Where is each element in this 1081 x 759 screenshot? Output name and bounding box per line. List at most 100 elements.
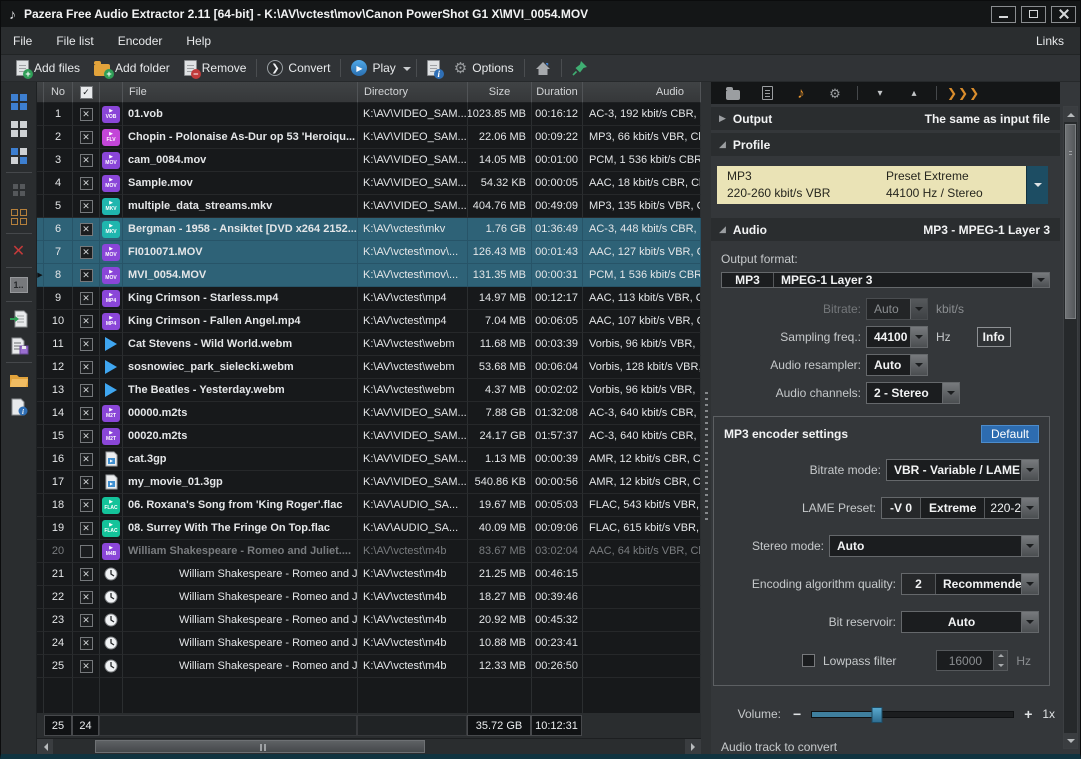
row-checkbox[interactable]: ✕ <box>80 453 93 466</box>
dropdown-arrow-icon[interactable] <box>1021 536 1038 556</box>
audio-section-header[interactable]: ◢ Audio MP3 - MPEG-1 Layer 3 <box>711 218 1060 241</box>
volume-slider-thumb[interactable] <box>871 707 882 723</box>
profile-selector[interactable]: MP3 Preset Extreme 220-260 kbit/s VBR 44… <box>717 166 1048 204</box>
close-button[interactable] <box>1051 6 1076 23</box>
file-row[interactable]: 20M4BWilliam Shakespeare - Romeo and Jul… <box>37 540 701 563</box>
row-check-cell[interactable]: ✕ <box>73 425 100 448</box>
file-row[interactable]: 16✕cat.3gpK:\AV\VIDEO_SAM...1.13 MB00:00… <box>37 448 701 471</box>
row-check-cell[interactable]: ✕ <box>73 356 100 379</box>
tab-file-naming[interactable] <box>755 83 779 103</box>
column-header-size[interactable]: Size <box>468 82 532 103</box>
bitrate-mode-dropdown[interactable]: VBR - Variable / LAME preset <box>886 459 1039 481</box>
file-row[interactable]: 15✕M2T00020.m2tsK:\AV\VIDEO_SAM...24.17 … <box>37 425 701 448</box>
maximize-button[interactable] <box>1021 6 1046 23</box>
file-row[interactable]: 7✕MOVFI010071.MOVK:\AV\vctest\mov\...126… <box>37 241 701 264</box>
dropdown-arrow-icon[interactable] <box>1021 574 1038 594</box>
home-button[interactable] <box>528 59 558 78</box>
menu-encoder[interactable]: Encoder <box>118 34 163 48</box>
row-checkbox[interactable]: ✕ <box>80 292 93 305</box>
collapse-all-button[interactable]: ▾ <box>868 83 892 103</box>
file-row[interactable]: 6✕MKVBergman - 1958 - Ansiktet [DVD x264… <box>37 218 701 241</box>
column-header-no[interactable]: No <box>44 82 73 103</box>
export-list-icon[interactable] <box>5 332 33 359</box>
row-check-cell[interactable]: ✕ <box>73 264 100 287</box>
file-row[interactable]: 12✕sosnowiec_park_sielecki.webmK:\AV\vct… <box>37 356 701 379</box>
row-checkbox[interactable]: ✕ <box>80 499 93 512</box>
profile-section-header[interactable]: ◢ Profile <box>711 133 1060 156</box>
renumber-list-icon[interactable]: 1.. <box>5 271 33 298</box>
file-row[interactable]: 5✕MKVmultiple_data_streams.mkvK:\AV\VIDE… <box>37 195 701 218</box>
row-checkbox[interactable] <box>80 545 93 558</box>
row-checkbox[interactable]: ✕ <box>80 200 93 213</box>
row-checkbox[interactable]: ✕ <box>80 614 93 627</box>
media-info-button[interactable]: i <box>420 58 447 78</box>
file-row[interactable]: 11✕Cat Stevens - Wild World.webmK:\AV\vc… <box>37 333 701 356</box>
options-button[interactable]: ⚙ Options <box>447 59 521 78</box>
convert-button[interactable]: ❯ Convert <box>260 58 337 78</box>
row-checkbox[interactable]: ✕ <box>80 338 93 351</box>
row-check-cell[interactable]: ✕ <box>73 402 100 425</box>
check-group-icon[interactable] <box>5 176 33 203</box>
row-check-cell[interactable]: ✕ <box>73 195 100 218</box>
row-checkbox[interactable]: ✕ <box>80 246 93 259</box>
dropdown-arrow-icon[interactable] <box>1021 612 1038 632</box>
row-check-cell[interactable]: ✕ <box>73 609 100 632</box>
file-row[interactable]: 4✕MOVSample.movK:\AV\VIDEO_SAM...54.32 K… <box>37 172 701 195</box>
panel-splitter[interactable] <box>701 82 711 754</box>
file-row[interactable]: 3✕MOVcam_0084.movK:\AV\VIDEO_SAM...14.05… <box>37 149 701 172</box>
mark-group-icon[interactable] <box>5 203 33 230</box>
row-check-cell[interactable]: ✕ <box>73 287 100 310</box>
default-button[interactable]: Default <box>981 425 1039 443</box>
column-header-audio[interactable]: Audio <box>583 82 701 103</box>
invert-selection-icon[interactable] <box>5 142 33 169</box>
horizontal-scrollbar[interactable] <box>37 738 701 754</box>
lame-preset-dropdown[interactable]: -V 0 Extreme 220-260 kbit/s <box>881 497 1039 519</box>
scroll-right-button[interactable] <box>685 739 701 754</box>
column-header-duration[interactable]: Duration <box>532 82 583 103</box>
panel-scroll-thumb[interactable] <box>1065 124 1076 319</box>
menu-file-list[interactable]: File list <box>56 34 93 48</box>
remove-button[interactable]: − Remove <box>177 58 254 78</box>
row-checkbox[interactable]: ✕ <box>80 177 93 190</box>
row-checkbox[interactable]: ✕ <box>80 269 93 282</box>
row-checkbox[interactable]: ✕ <box>80 476 93 489</box>
row-checkbox[interactable]: ✕ <box>80 568 93 581</box>
output-format-dropdown[interactable]: MP3 MPEG-1 Layer 3 <box>721 272 1050 288</box>
file-row[interactable]: 17✕my_movie_01.3gpK:\AV\VIDEO_SAM...540.… <box>37 471 701 494</box>
row-check-cell[interactable]: ✕ <box>73 218 100 241</box>
tab-output-folder[interactable] <box>721 83 745 103</box>
volume-plus-button[interactable]: + <box>1024 706 1032 722</box>
volume-slider[interactable] <box>811 711 1014 718</box>
row-check-cell[interactable]: ✕ <box>73 310 100 333</box>
row-check-cell[interactable]: ✕ <box>73 517 100 540</box>
file-row[interactable]: 13✕The Beatles - Yesterday.webmK:\AV\vct… <box>37 379 701 402</box>
file-row[interactable]: 2✕FLVChopin - Polonaise As-Dur op 53 'He… <box>37 126 701 149</box>
row-checkbox[interactable]: ✕ <box>80 361 93 374</box>
file-row[interactable]: ▶8✕MOVMVI_0054.MOVK:\AV\vctest\mov\...13… <box>37 264 701 287</box>
sampling-dropdown[interactable]: 44100 <box>866 326 928 348</box>
lowpass-checkbox[interactable] <box>802 654 815 667</box>
dropdown-arrow-icon[interactable] <box>1021 498 1038 518</box>
horizontal-scroll-thumb[interactable] <box>95 740 425 753</box>
resampler-dropdown[interactable]: Auto <box>866 354 928 376</box>
import-list-icon[interactable] <box>5 305 33 332</box>
open-folder-icon[interactable] <box>5 366 33 393</box>
bit-reservoir-dropdown[interactable]: Auto <box>901 611 1039 633</box>
row-check-cell[interactable]: ✕ <box>73 103 100 126</box>
file-row[interactable]: 23✕William Shakespeare - Romeo and Juli.… <box>37 609 701 632</box>
file-row[interactable]: 24✕William Shakespeare - Romeo and Juli.… <box>37 632 701 655</box>
file-row[interactable]: 18✕FLAC06. Roxana's Song from 'King Roge… <box>37 494 701 517</box>
row-check-cell[interactable]: ✕ <box>73 172 100 195</box>
menu-file[interactable]: File <box>13 34 32 48</box>
row-check-cell[interactable]: ✕ <box>73 471 100 494</box>
file-row[interactable]: 25✕William Shakespeare - Romeo and Juli.… <box>37 655 701 678</box>
row-checkbox[interactable]: ✕ <box>80 315 93 328</box>
file-row[interactable]: 22✕William Shakespeare - Romeo and Juli.… <box>37 586 701 609</box>
file-row[interactable]: 1✕VOB01.vobK:\AV\VIDEO_SAM...1023.85 MB0… <box>37 103 701 126</box>
quality-dropdown[interactable]: 2 Recommended <box>901 573 1039 595</box>
dropdown-arrow-icon[interactable] <box>1021 460 1038 480</box>
dropdown-arrow-icon[interactable] <box>910 355 927 375</box>
row-check-cell[interactable]: ✕ <box>73 632 100 655</box>
row-checkbox[interactable]: ✕ <box>80 522 93 535</box>
row-checkbox[interactable]: ✕ <box>80 223 93 236</box>
